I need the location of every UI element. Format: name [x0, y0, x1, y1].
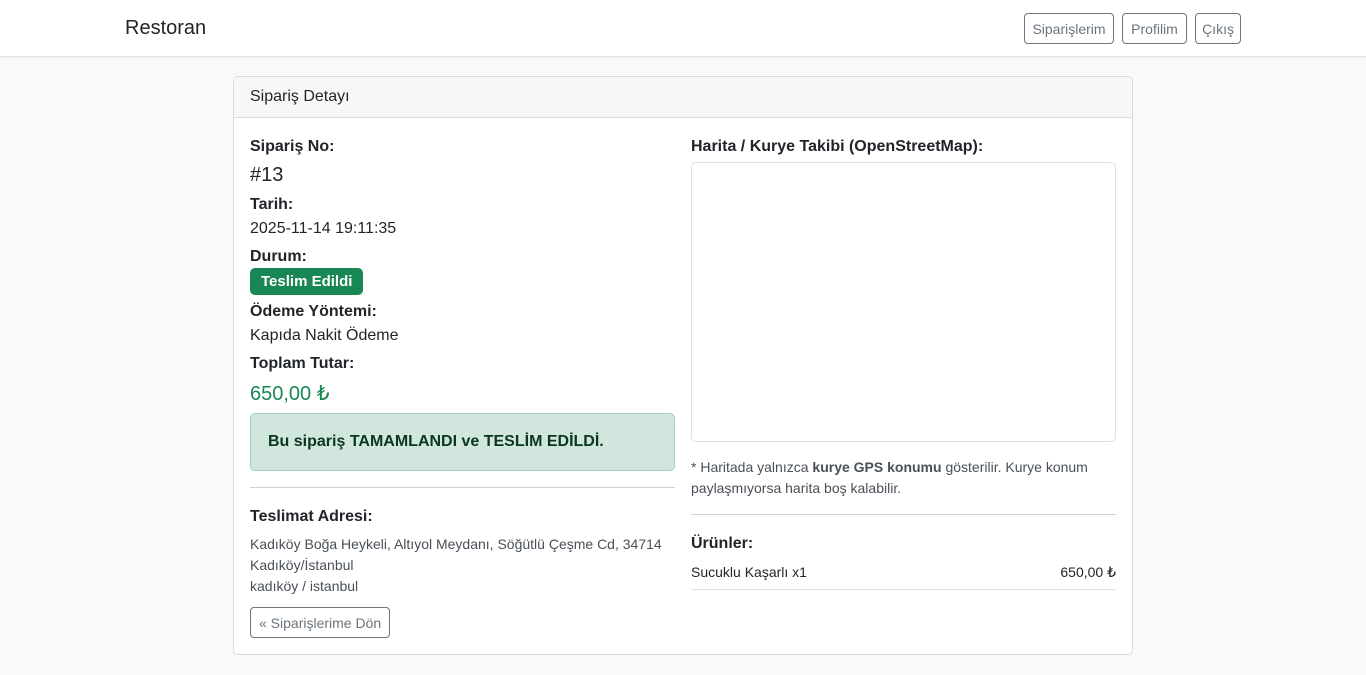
list-item: Sucuklu Kaşarlı x1 650,00 ₺: [691, 564, 1116, 590]
profile-button[interactable]: Profilim: [1122, 13, 1187, 44]
navbar: Restoran Siparişlerim Profilim Çıkış: [0, 0, 1366, 57]
alert-delivered: TESLİM EDİLDİ: [483, 433, 600, 450]
address-line: Kadıköy/İstanbul: [250, 557, 354, 573]
map-note: * Haritada yalnızca kurye GPS konumu gös…: [691, 457, 1116, 499]
payment-value: Kapıda Nakit Ödeme: [250, 327, 399, 344]
brand-logo[interactable]: Restoran: [125, 17, 206, 40]
total-value: 650,00 ₺: [250, 383, 330, 405]
back-to-orders-button[interactable]: « Siparişlerime Dön: [250, 607, 391, 638]
divider: [250, 487, 675, 488]
courier-map[interactable]: [691, 162, 1116, 442]
payment-label: Ödeme Yöntemi:: [250, 303, 377, 320]
logout-button[interactable]: Çıkış: [1195, 13, 1241, 44]
status-label: Durum:: [250, 248, 307, 265]
address-line: kadıköy / istanbul: [250, 578, 359, 594]
order-no-label: Sipariş No:: [250, 138, 335, 155]
total-label: Toplam Tutar:: [250, 355, 355, 372]
divider: [691, 514, 1116, 515]
address-label: Teslimat Adresi:: [250, 508, 373, 525]
date-value: 2025-11-14 19:11:35: [250, 220, 397, 237]
date-label: Tarih:: [250, 196, 294, 213]
map-label: Harita / Kurye Takibi (OpenStreetMap):: [691, 138, 984, 155]
status-badge: Teslim Edildi: [250, 268, 364, 295]
order-detail-card: Sipariş Detayı Sipariş No: #13 Tarih: 20…: [233, 76, 1133, 655]
my-orders-button[interactable]: Siparişlerim: [1024, 13, 1114, 44]
alert-mid: ve: [457, 433, 484, 450]
address-line: Kadıköy Boğa Heykeli, Altıyol Meydanı, S…: [250, 536, 662, 552]
item-name: Sucuklu Kaşarlı x1: [691, 564, 807, 580]
map-note-bold: kurye GPS konumu: [812, 459, 942, 475]
alert-suffix: .: [599, 433, 604, 450]
map-note-prefix: * Haritada yalnızca: [691, 459, 813, 475]
order-no-value: #13: [250, 164, 284, 186]
items-label: Ürünler:: [691, 535, 754, 552]
alert-completed: TAMAMLANDI: [349, 433, 458, 450]
item-price: 650,00 ₺: [1060, 564, 1116, 580]
card-header: Sipariş Detayı: [234, 77, 1132, 118]
delivered-alert: Bu sipariş TAMAMLANDI ve TESLİM EDİLDİ.: [250, 413, 675, 471]
alert-prefix: Bu sipariş: [268, 433, 350, 450]
